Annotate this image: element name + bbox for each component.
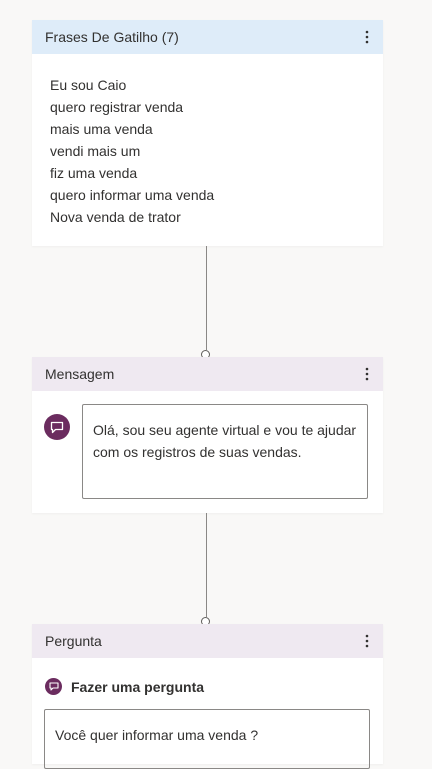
ask-question-label-row: Fazer uma pergunta [45, 678, 204, 695]
trigger-phrase: Eu sou Caio [50, 77, 127, 93]
question-card-title: Pergunta [45, 633, 102, 649]
message-more-options-button[interactable] [359, 364, 375, 384]
message-text-box[interactable]: Olá, sou seu agente virtual e vou te aju… [82, 404, 368, 499]
trigger-phrase: vendi mais um [50, 143, 141, 159]
more-vertical-icon [365, 367, 369, 381]
trigger-phrases-list: Eu sou Caio quero registrar venda mais u… [32, 54, 383, 228]
message-card[interactable]: Mensagem Olá, sou seu agente virtual e v… [32, 357, 383, 513]
more-vertical-icon [365, 634, 369, 648]
ask-question-label: Fazer uma pergunta [71, 678, 205, 695]
chat-bubble-icon [44, 414, 70, 440]
trigger-phrase: fiz uma venda [50, 165, 138, 181]
trigger-more-options-button[interactable] [359, 27, 375, 47]
more-vertical-icon [365, 30, 369, 44]
message-card-title: Mensagem [45, 366, 115, 382]
trigger-phrase: Nova venda de trator [50, 209, 181, 225]
question-bubble-icon [45, 678, 62, 695]
question-card-header: Pergunta [32, 624, 383, 658]
question-more-options-button[interactable] [359, 631, 375, 651]
question-card[interactable]: Pergunta Fazer uma pergunta Você quer in… [32, 624, 383, 769]
trigger-phrase: quero registrar venda [50, 99, 184, 115]
trigger-phrases-card[interactable]: Frases De Gatilho (7) Eu sou Caio quero … [32, 20, 383, 246]
flow-connector-line [206, 513, 207, 617]
flow-connector-line [206, 246, 207, 350]
trigger-card-header: Frases De Gatilho (7) [32, 20, 383, 54]
trigger-phrase: quero informar uma venda [50, 187, 215, 203]
trigger-card-title: Frases De Gatilho (7) [45, 29, 179, 45]
trigger-phrase: mais uma venda [50, 121, 153, 137]
message-card-header: Mensagem [32, 357, 383, 391]
question-text-box[interactable]: Você quer informar uma venda ? [44, 709, 370, 769]
